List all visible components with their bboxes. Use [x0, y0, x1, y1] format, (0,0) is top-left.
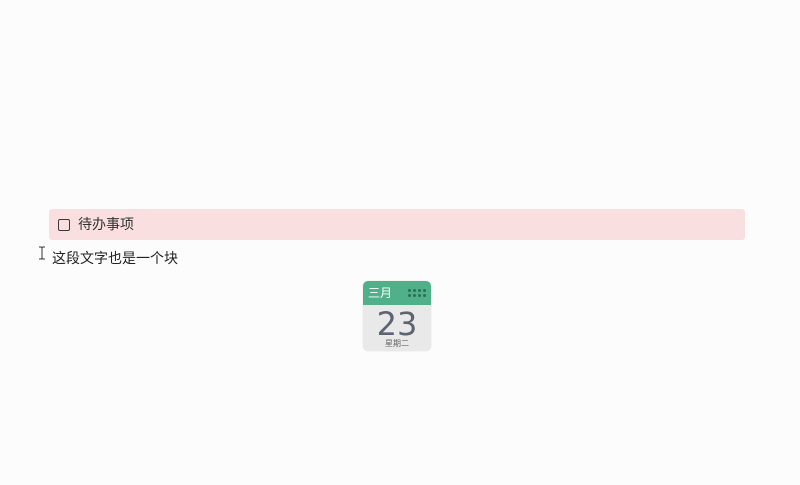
todo-text[interactable]: 待办事项 — [78, 218, 134, 232]
calendar-weekday: 星期二 — [385, 339, 409, 348]
text-ibeam-cursor-icon — [39, 246, 45, 260]
todo-checkbox[interactable] — [58, 218, 70, 231]
calendar-month: 三月 — [368, 286, 393, 300]
todo-block[interactable]: 待办事项 — [49, 209, 745, 240]
calendar-day: 23 — [376, 305, 418, 343]
paragraph-block[interactable]: 这段文字也是一个块 — [52, 250, 178, 268]
calendar-icon[interactable]: 三月 23 星期二 — [363, 281, 431, 351]
calendar-rings-icon — [408, 289, 426, 297]
editor-page: 待办事项 这段文字也是一个块 三月 23 星期二 — [0, 0, 800, 485]
calendar-header: 三月 — [363, 281, 431, 305]
